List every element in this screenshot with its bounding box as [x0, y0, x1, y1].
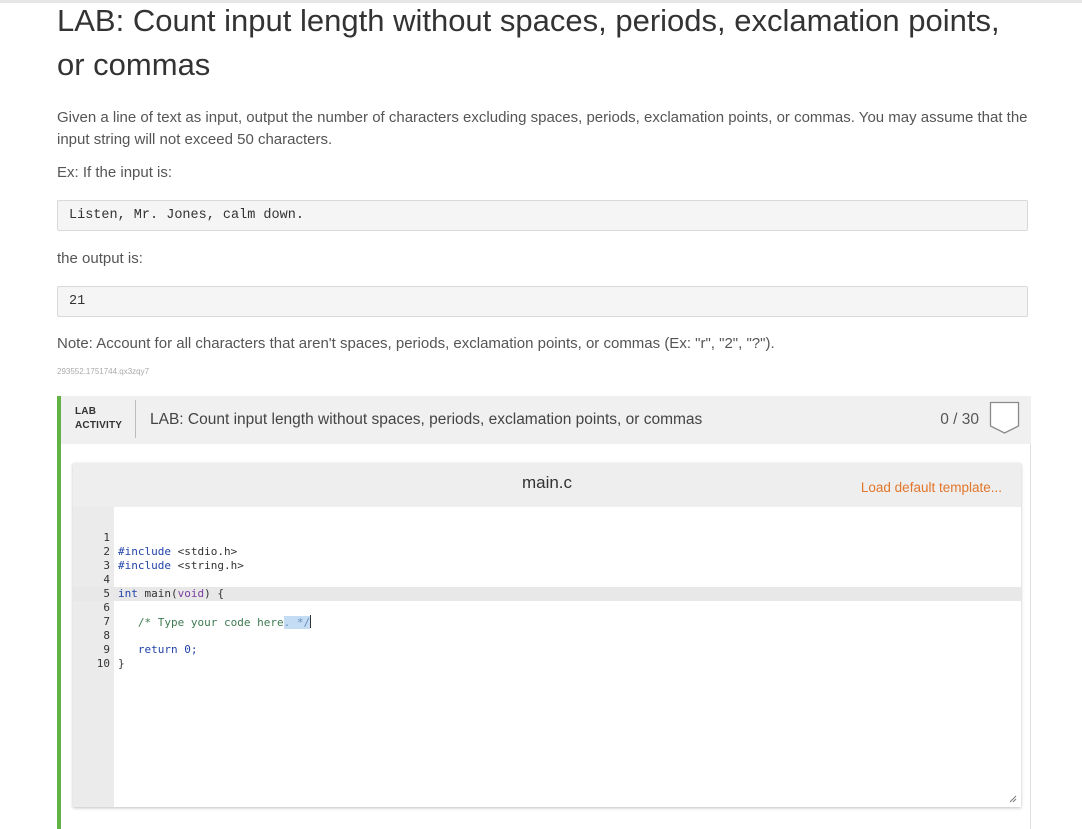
- code-line: 10: [73, 643, 1021, 670]
- score-badge-icon: [989, 401, 1020, 434]
- page-title: LAB: Count input length without spaces, …: [57, 3, 1000, 82]
- editor-toolbar: main.c Load default template...: [73, 463, 1021, 507]
- lab-tag-line2: ACTIVITY: [75, 420, 123, 431]
- code-input-area[interactable]: 1 #include <stdio.h> 2 #include <string.…: [73, 507, 1021, 807]
- lab-activity-header: LAB ACTIVITY LAB: Count input length wit…: [57, 396, 1031, 444]
- note-text: Note: Account for all characters that ar…: [57, 335, 775, 352]
- lab-tag-line1: LAB: [75, 406, 97, 417]
- code-line: 9 }: [73, 629, 1021, 670]
- code-line: 8 return 0;: [73, 615, 1021, 656]
- lab-activity-tag: LAB ACTIVITY: [75, 405, 122, 433]
- problem-description: Given a line of text as input, output th…: [57, 109, 1028, 148]
- lab-header-divider: [135, 400, 136, 438]
- code-line: 4 int main(void) {: [73, 559, 1021, 600]
- lab-activity-title: LAB: Count input length without spaces, …: [150, 411, 703, 428]
- code-line: 2 #include <string.h>: [73, 531, 1021, 572]
- code-line: 1 #include <stdio.h>: [73, 517, 1021, 558]
- lab-activity-body: main.c Load default template... 1 #inclu…: [57, 444, 1031, 829]
- example-input-label: Ex: If the input is:: [57, 164, 173, 181]
- code-line: 5: [73, 573, 1021, 600]
- line-number: 10: [96, 657, 110, 670]
- lab-score: 0 / 30: [940, 411, 979, 428]
- page: LAB: Count input length without spaces, …: [0, 0, 1082, 829]
- code-lines: 1 #include <stdio.h> 2 #include <string.…: [73, 517, 1021, 670]
- example-output-box: 21: [57, 286, 1028, 317]
- load-default-template-link[interactable]: Load default template...: [861, 479, 1002, 497]
- example-input-box: Listen, Mr. Jones, calm down.: [57, 200, 1028, 231]
- code-line: 6 /* Type your code here. */: [73, 587, 1021, 629]
- resize-handle-icon[interactable]: [1009, 795, 1017, 803]
- code-line: 3: [73, 545, 1021, 572]
- example-output-label: the output is:: [57, 250, 143, 267]
- tracking-id: 293552.1751744.qx3zqy7: [57, 367, 150, 376]
- code-line: 7: [73, 601, 1021, 628]
- code-editor: main.c Load default template... 1 #inclu…: [73, 463, 1021, 807]
